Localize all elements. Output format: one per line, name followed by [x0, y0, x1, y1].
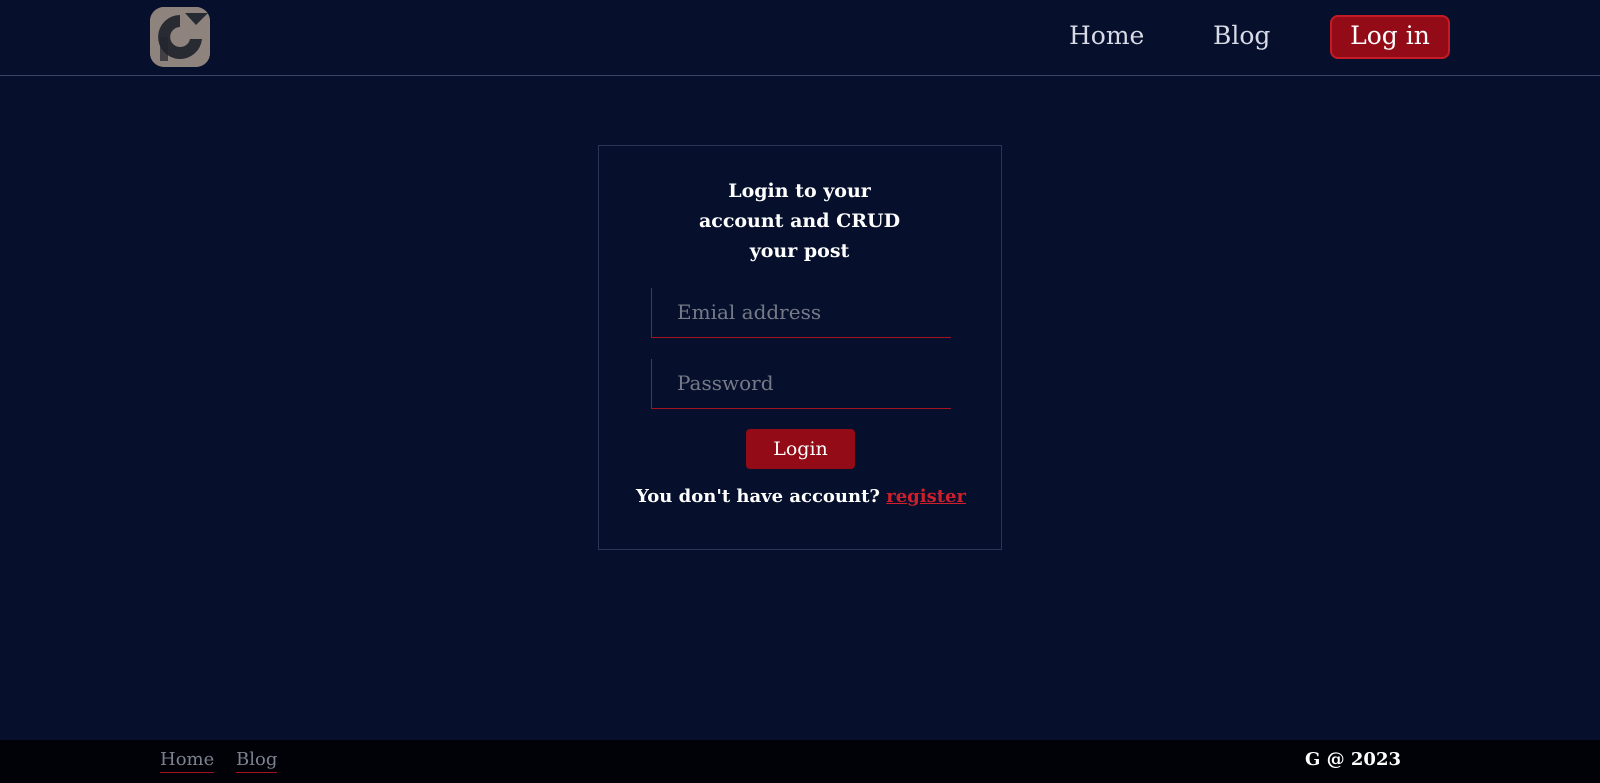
register-link[interactable]: register: [886, 486, 966, 507]
register-prompt-line: You don't have account? register: [599, 482, 1003, 512]
password-field[interactable]: Password: [651, 359, 951, 409]
nav-blog-link[interactable]: Blog: [1213, 16, 1270, 56]
top-navigation-bar: Home Blog Log in: [0, 0, 1600, 76]
login-title: Login to your account and CRUD your post: [698, 180, 901, 262]
footer: Home Blog G @ 2023: [0, 740, 1600, 783]
site-logo[interactable]: [150, 7, 210, 67]
login-card: Login to your account and CRUD your post…: [598, 145, 1002, 550]
logo-g-icon: [150, 7, 210, 67]
email-field[interactable]: Emial address: [651, 288, 951, 338]
nav-login-button[interactable]: Log in: [1330, 15, 1450, 59]
footer-blog-link[interactable]: Blog: [236, 748, 278, 773]
footer-copyright: G @ 2023: [1305, 749, 1402, 770]
email-placeholder: Emial address: [677, 300, 822, 324]
password-placeholder: Password: [677, 371, 774, 395]
login-submit-button[interactable]: Login: [746, 429, 855, 469]
register-prompt-text: You don't have account?: [636, 486, 880, 507]
nav-home-link[interactable]: Home: [1069, 16, 1144, 56]
footer-home-link[interactable]: Home: [160, 748, 215, 773]
